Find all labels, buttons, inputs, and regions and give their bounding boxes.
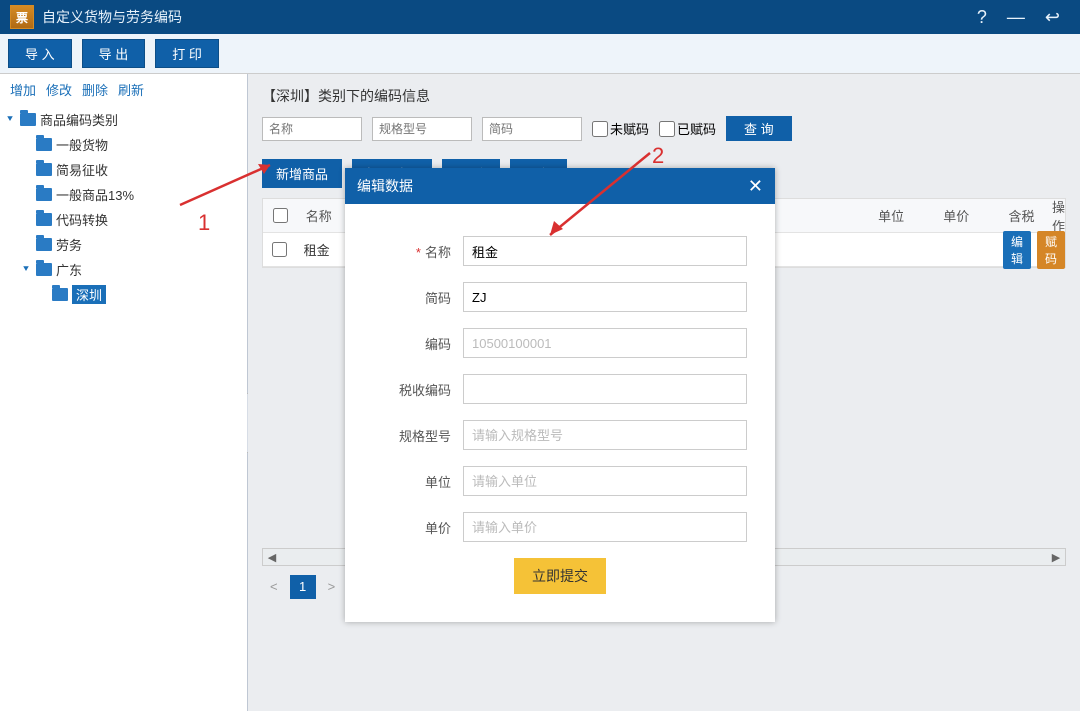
minimize-icon[interactable]: — — [997, 7, 1035, 28]
export-button[interactable]: 导 出 — [82, 39, 146, 68]
filter-short-input[interactable] — [482, 117, 582, 141]
print-button[interactable]: 打 印 — [155, 39, 219, 68]
row-edit-button[interactable]: 编辑 — [1003, 231, 1031, 269]
window-title: 自定义货物与劳务编码 — [42, 7, 182, 27]
sidebar-add[interactable]: 增加 — [10, 80, 36, 99]
select-all-checkbox[interactable] — [273, 208, 288, 223]
sidebar-toolbar: 增加 修改 删除 刷新 — [0, 74, 247, 105]
col-header-unit: 单位 — [861, 206, 922, 225]
label-taxcode: 税收编码 — [373, 380, 463, 399]
row-code-button[interactable]: 赋码 — [1037, 231, 1065, 269]
filter-coded-checkbox[interactable]: 已赋码 — [659, 119, 716, 138]
submit-button[interactable]: 立即提交 — [514, 558, 606, 594]
tree-item-general-13[interactable]: 一般商品13% — [0, 182, 247, 207]
category-tree: ⯆ 商品编码类别 一般货物 简易征收 一般商品13% 代码转换 劳务 ⯆广东 深… — [0, 105, 247, 309]
scroll-right-icon[interactable]: ▶ — [1047, 551, 1065, 564]
section-title: 【深圳】类别下的编码信息 — [262, 82, 1066, 116]
folder-icon — [52, 288, 68, 301]
close-icon[interactable]: ✕ — [748, 176, 763, 197]
page-prev-icon[interactable]: < — [266, 579, 282, 594]
input-unit[interactable] — [463, 466, 747, 496]
folder-icon — [36, 163, 52, 176]
filter-uncoded-checkbox[interactable]: 未赋码 — [592, 119, 649, 138]
sidebar: 增加 修改 删除 刷新 ⯆ 商品编码类别 一般货物 简易征收 一般商品13% 代… — [0, 74, 248, 711]
input-price[interactable] — [463, 512, 747, 542]
collapse-icon[interactable]: ⯆ — [22, 264, 36, 275]
sidebar-delete[interactable]: 删除 — [82, 80, 108, 99]
app-logo: 票 — [10, 5, 34, 29]
back-icon[interactable]: ↩ — [1035, 7, 1070, 28]
folder-icon — [20, 113, 36, 126]
sidebar-refresh[interactable]: 刷新 — [118, 80, 144, 99]
label-name: *名称 — [373, 242, 463, 261]
page-current[interactable]: 1 — [290, 575, 316, 599]
input-taxcode[interactable] — [463, 374, 747, 404]
help-icon[interactable]: ? — [967, 7, 997, 28]
new-product-button[interactable]: 新增商品 — [262, 159, 342, 188]
label-price: 单价 — [373, 518, 463, 537]
annotation-label-2: 2 — [652, 143, 664, 169]
main-toolbar: 导 入 导 出 打 印 — [0, 34, 1080, 74]
folder-icon — [36, 138, 52, 151]
window-titlebar: 票 自定义货物与劳务编码 ? — ↩ — [0, 0, 1080, 34]
input-code — [463, 328, 747, 358]
collapse-icon[interactable]: ⯆ — [6, 114, 20, 125]
col-header-tax: 含税 — [991, 206, 1052, 225]
query-button[interactable]: 查 询 — [726, 116, 792, 141]
filter-spec-input[interactable] — [372, 117, 472, 141]
modal-title: 编辑数据 — [357, 176, 413, 196]
label-code: 编码 — [373, 334, 463, 353]
input-spec[interactable] — [463, 420, 747, 450]
input-name[interactable] — [463, 236, 747, 266]
filter-row: 未赋码 已赋码 查 询 — [262, 116, 1066, 141]
tree-item-simple-levy[interactable]: 简易征收 — [0, 157, 247, 182]
row-checkbox[interactable] — [272, 242, 287, 257]
tree-item-general-goods[interactable]: 一般货物 — [0, 132, 247, 157]
tree-item-shenzhen[interactable]: 深圳 — [0, 282, 247, 307]
label-short: 简码 — [373, 288, 463, 307]
label-unit: 单位 — [373, 472, 463, 491]
page-next-icon[interactable]: > — [324, 579, 340, 594]
edit-modal: 编辑数据 ✕ *名称 简码 编码 税收编码 规格型号 单位 单价 立即提交 — [345, 168, 775, 622]
modal-header: 编辑数据 ✕ — [345, 168, 775, 204]
input-short[interactable] — [463, 282, 747, 312]
sidebar-modify[interactable]: 修改 — [46, 80, 72, 99]
annotation-label-1: 1 — [198, 210, 210, 236]
tree-label: 商品编码类别 — [40, 110, 118, 129]
tree-root[interactable]: ⯆ 商品编码类别 — [0, 107, 247, 132]
col-header-price: 单价 — [922, 206, 992, 225]
scroll-left-icon[interactable]: ◀ — [263, 551, 281, 564]
folder-icon — [36, 213, 52, 226]
label-spec: 规格型号 — [373, 426, 463, 445]
folder-icon — [36, 263, 52, 276]
col-header-op: 操作 — [1052, 197, 1065, 235]
folder-icon — [36, 238, 52, 251]
import-button[interactable]: 导 入 — [8, 39, 72, 68]
folder-icon — [36, 188, 52, 201]
tree-item-guangdong[interactable]: ⯆广东 — [0, 257, 247, 282]
filter-name-input[interactable] — [262, 117, 362, 141]
